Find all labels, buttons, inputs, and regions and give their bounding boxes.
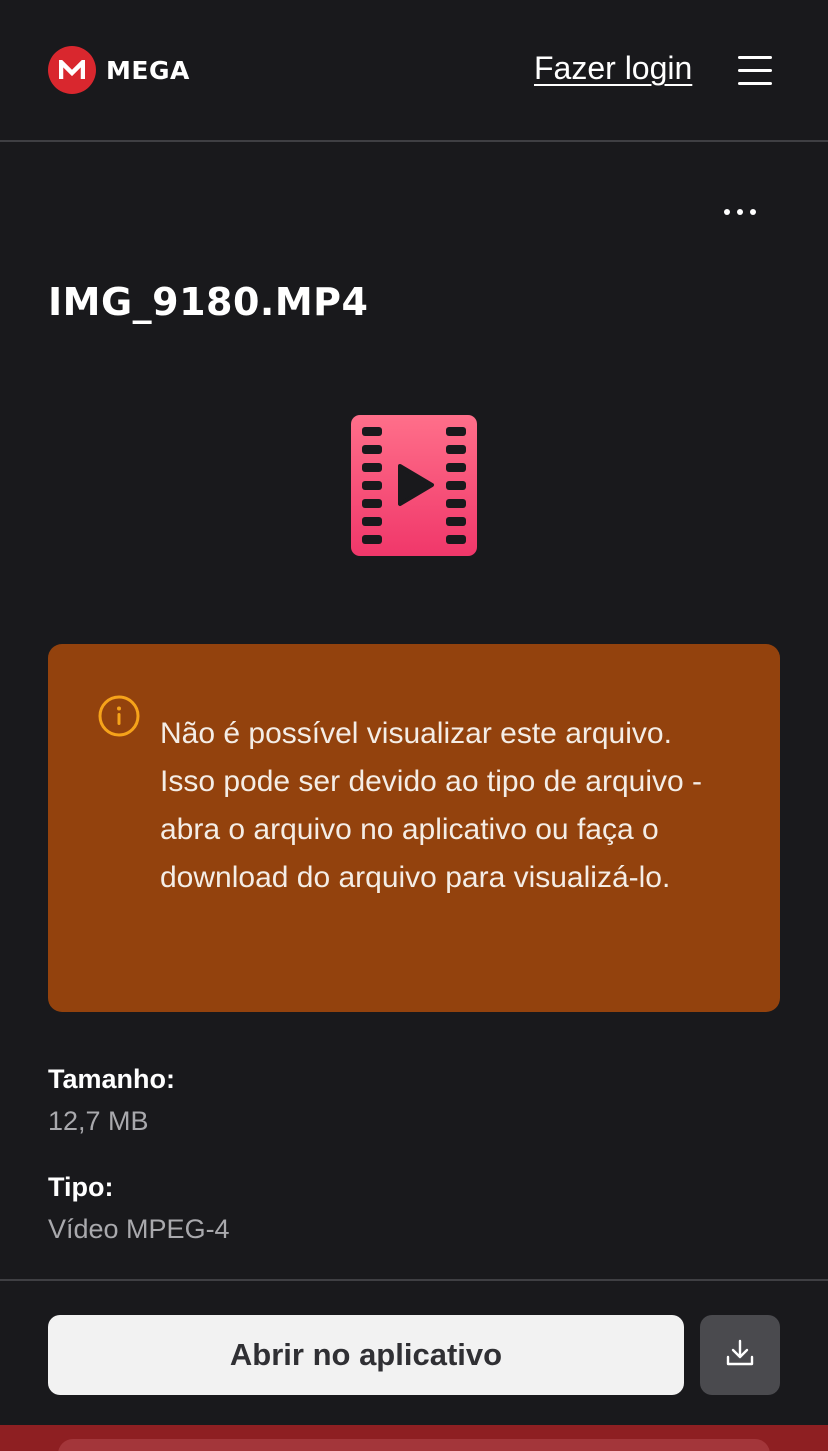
type-label: Tipo: <box>48 1172 114 1202</box>
warning-message: Não é possível visualizar este arquivo. … <box>160 717 703 894</box>
open-in-app-button[interactable]: Abrir no aplicativo <box>48 1315 684 1395</box>
brand-name: MEGA <box>106 55 190 85</box>
size-label: Tamanho: <box>48 1064 175 1094</box>
login-link[interactable]: Fazer login <box>534 50 692 87</box>
browser-bottom-strip <box>0 1425 828 1451</box>
more-options-icon[interactable] <box>724 200 764 224</box>
file-name: IMG_9180.MP4 <box>48 280 369 324</box>
top-bar: MEGA Fazer login <box>0 0 828 142</box>
preview-unavailable-banner: Não é possível visualizar este arquivo. … <box>48 644 780 1012</box>
download-button[interactable] <box>700 1315 780 1395</box>
page: MEGA Fazer login IMG_9180.MP4 Não é poss… <box>0 0 828 1451</box>
size-value: 12,7 MB <box>48 1106 149 1136</box>
video-file-icon <box>351 415 477 556</box>
download-icon <box>725 1338 755 1373</box>
info-icon <box>98 695 140 737</box>
bottom-action-bar: Abrir no aplicativo <box>0 1279 828 1425</box>
mega-logo-icon <box>48 46 96 94</box>
hamburger-menu-icon[interactable] <box>738 54 774 86</box>
type-value: Vídeo MPEG-4 <box>48 1214 230 1244</box>
browser-url-pill <box>58 1439 770 1451</box>
mega-logo[interactable]: MEGA <box>48 46 190 94</box>
